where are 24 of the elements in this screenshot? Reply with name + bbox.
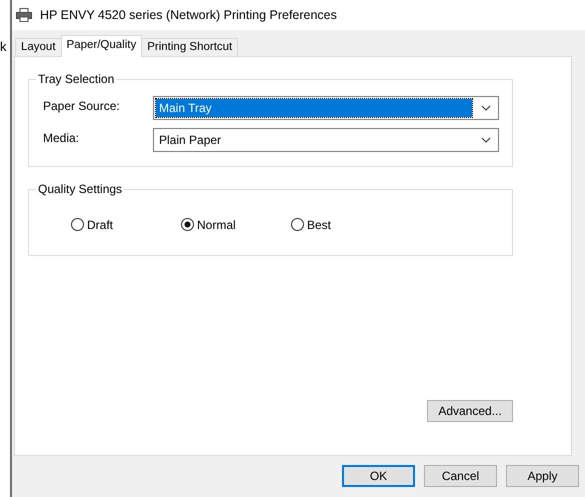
dialog-button[interactable]: Apply — [506, 465, 579, 487]
radio-label: Draft — [87, 218, 114, 232]
chevron-down-icon — [481, 105, 491, 111]
chevron-down-icon — [481, 137, 491, 143]
radio-label: Best — [307, 218, 332, 232]
printer-icon — [16, 8, 32, 22]
dialog-button[interactable]: OK — [342, 465, 415, 487]
window-title: HP ENVY 4520 series (Network) Printing Preferences — [40, 8, 337, 22]
group-title: Quality Settings — [36, 182, 124, 196]
dropdown-field[interactable]: Plain Paper — [153, 128, 499, 152]
radio-button[interactable] — [181, 218, 194, 231]
field-label: Paper Source: — [42, 98, 121, 113]
tab[interactable]: Layout — [15, 38, 62, 56]
tab[interactable]: Printing Shortcut — [141, 38, 238, 56]
tab[interactable]: Paper/Quality — [60, 35, 142, 57]
background-window-text: k — [0, 39, 6, 54]
dropdown-field[interactable]: Main Tray — [153, 96, 499, 120]
radio-button[interactable] — [71, 218, 84, 231]
dialog-button[interactable]: Cancel — [424, 465, 497, 487]
radio-button[interactable] — [291, 218, 304, 231]
group-title: Tray Selection — [36, 72, 116, 86]
dialog-button[interactable]: Advanced... — [427, 400, 513, 422]
field-label: Media: — [42, 130, 80, 145]
radio-label: Normal — [197, 218, 236, 232]
